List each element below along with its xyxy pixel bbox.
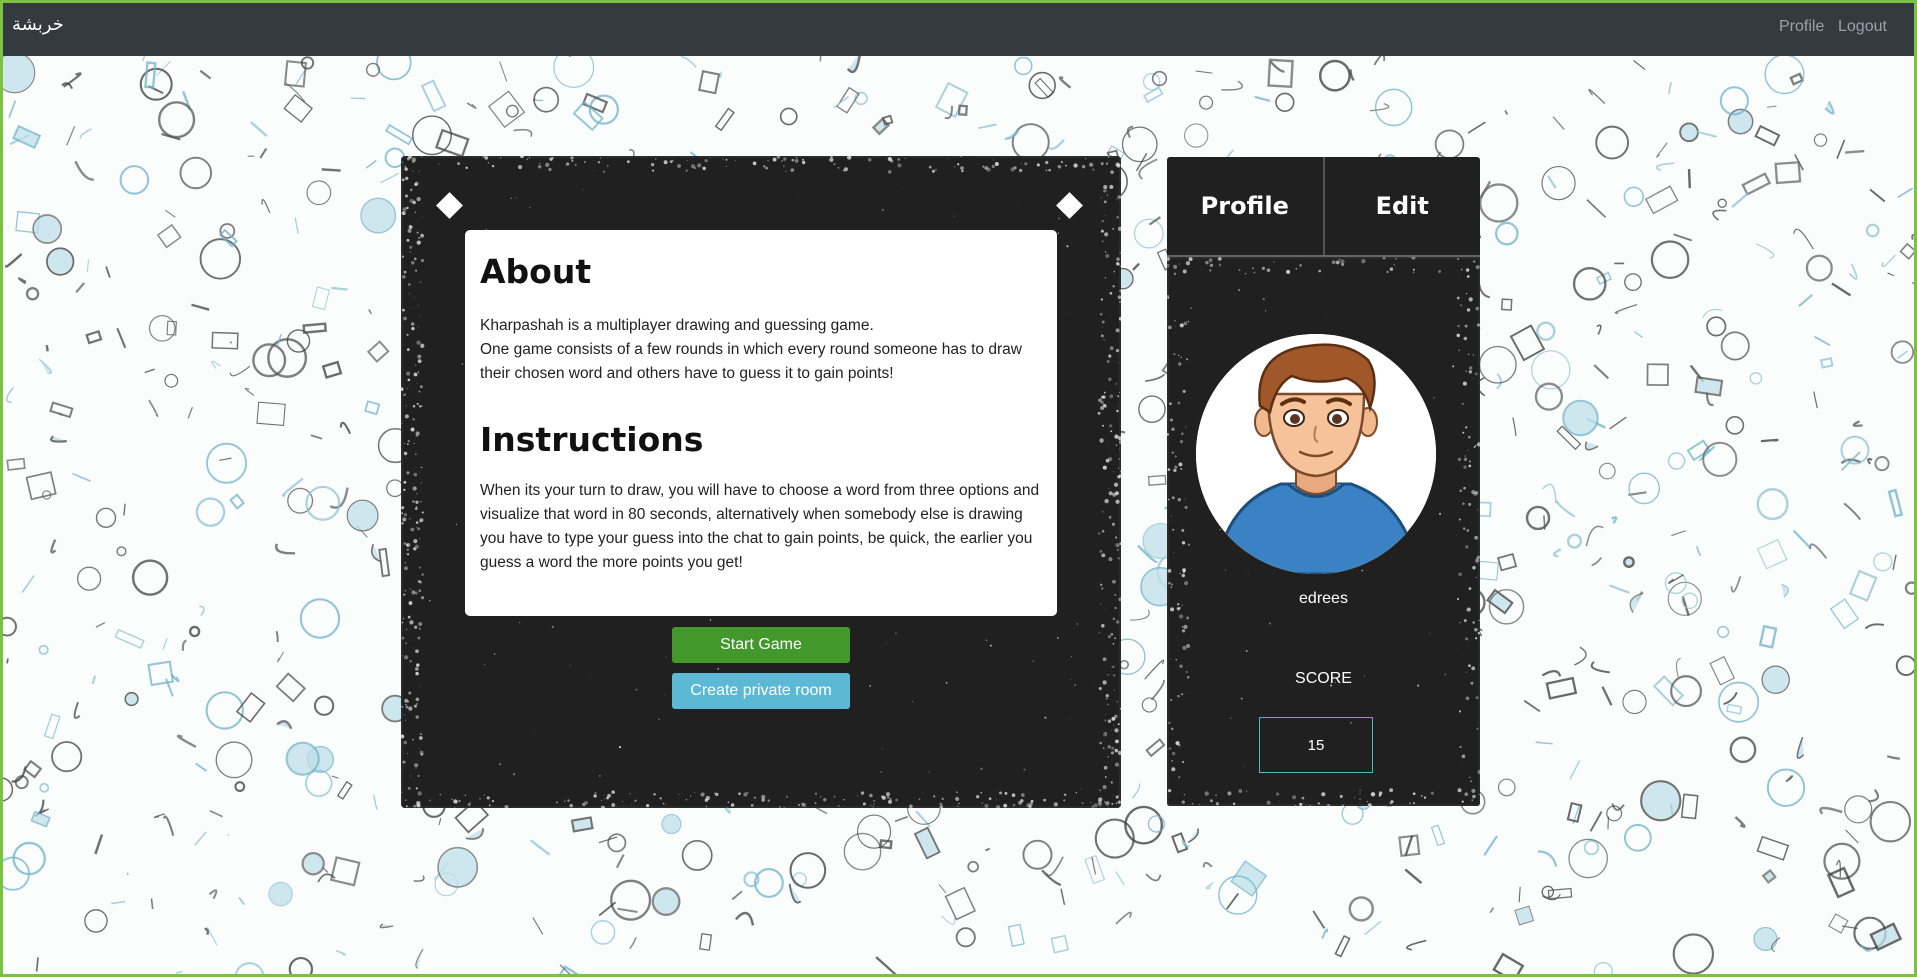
about-card: About Kharpashah is a multiplayer drawin…: [465, 230, 1057, 616]
about-text-line1: Kharpashah is a multiplayer drawing and …: [480, 317, 874, 334]
tabs-divider: [1167, 255, 1480, 257]
about-text-line2: One game consists of a few rounds in whi…: [480, 341, 1022, 382]
about-text: Kharpashah is a multiplayer drawing and …: [480, 314, 1042, 386]
tab-edit[interactable]: Edit: [1325, 157, 1481, 255]
instructions-text: When its your turn to draw, you will hav…: [480, 482, 1040, 571]
instructions-heading: Instructions: [480, 420, 704, 459]
avatar: [1196, 334, 1436, 574]
create-private-room-button[interactable]: Create private room: [672, 673, 850, 709]
navbar: خربشة Profile Logout: [0, 0, 1917, 56]
score-value: 15: [1259, 717, 1373, 773]
about-heading: About: [480, 252, 592, 291]
brand-logo[interactable]: خربشة: [12, 14, 64, 35]
avatar-illustration: [1196, 334, 1436, 574]
start-game-button[interactable]: Start Game: [672, 627, 850, 663]
profile-tabs: Profile Edit: [1167, 157, 1480, 255]
tab-profile[interactable]: Profile: [1167, 157, 1325, 255]
nav-profile-link[interactable]: Profile: [1779, 18, 1824, 36]
username: edrees: [1299, 590, 1348, 607]
nav-logout-link[interactable]: Logout: [1838, 18, 1887, 36]
score-label: SCORE: [1295, 670, 1352, 687]
